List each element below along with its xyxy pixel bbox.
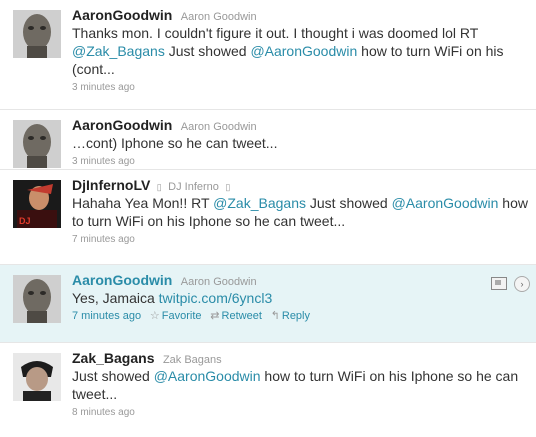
timestamp[interactable]: 3 minutes ago (72, 156, 135, 167)
tweet-hover-icons: › (490, 275, 530, 293)
tweet-header: AaronGoodwin Aaron Goodwin (72, 271, 528, 289)
text-fragment: Just showed (72, 368, 154, 384)
timestamp[interactable]: 3 minutes ago (72, 82, 135, 93)
mention-link[interactable]: @AaronGoodwin (392, 195, 499, 211)
screen-name[interactable]: AaronGoodwin (72, 7, 172, 23)
tweet-meta: 3 minutes ago (72, 80, 528, 95)
mention-link[interactable]: @AaronGoodwin (250, 43, 357, 59)
timestamp[interactable]: 7 minutes ago (72, 234, 135, 245)
tweet-2[interactable]: AaronGoodwin Aaron Goodwin …cont) Iphone… (0, 110, 536, 170)
tweet-header: AaronGoodwin Aaron Goodwin (72, 116, 528, 134)
timeline: AaronGoodwin Aaron Goodwin Thanks mon. I… (0, 0, 536, 437)
emoji-glyph: ▯ (156, 182, 162, 192)
tweet-3[interactable]: DJ DjInfernoLV ▯ DJ Inferno ▯ Hahaha Yea… (0, 170, 536, 265)
retweet-icon: ⇄ (210, 310, 220, 322)
timestamp[interactable]: 8 minutes ago (72, 407, 135, 418)
reply-action[interactable]: ↰ Reply (271, 310, 310, 322)
text-fragment: Yes, Jamaica (72, 290, 159, 306)
tweet-meta: 7 minutes ago ☆ Favorite ⇄ Retweet ↰ Reply (72, 309, 528, 324)
text-fragment: Hahaha Yea Mon!! RT (72, 195, 214, 211)
screen-name[interactable]: Zak_Bagans (72, 350, 154, 366)
full-name: Aaron Goodwin (180, 276, 257, 288)
screen-name[interactable]: AaronGoodwin (72, 117, 172, 133)
media-icon[interactable] (490, 277, 507, 291)
avatar-aaron[interactable] (13, 120, 61, 168)
text-fragment: Thanks mon. I couldn't figure it out. I … (72, 25, 479, 41)
tweet-text: Yes, Jamaica twitpic.com/6yncl3 (72, 289, 528, 307)
retweet-label: Retweet (221, 310, 262, 322)
twitpic-link[interactable]: twitpic.com/6yncl3 (159, 290, 273, 306)
reply-label: Reply (281, 310, 310, 322)
tweet-text: …cont) Iphone so he can tweet... (72, 135, 278, 151)
tweet-text: Thanks mon. I couldn't figure it out. I … (72, 24, 528, 78)
expand-icon[interactable]: › (514, 275, 530, 292)
tweet-header: Zak_Bagans Zak Bagans (72, 349, 528, 367)
favorite-label: Favorite (161, 310, 202, 322)
text-fragment: Just showed (305, 195, 392, 211)
tweet-1[interactable]: AaronGoodwin Aaron Goodwin Thanks mon. I… (0, 0, 536, 110)
mention-link[interactable]: @Zak_Bagans (72, 43, 165, 59)
avatar-djinferno[interactable]: DJ (13, 180, 61, 228)
tweet-header: AaronGoodwin Aaron Goodwin (72, 6, 528, 24)
tweet-meta: 3 minutes ago (72, 154, 528, 169)
full-name: Zak Bagans (162, 354, 222, 366)
emoji-glyph: ▯ (225, 182, 231, 192)
screen-name[interactable]: DjInfernoLV (72, 177, 150, 193)
screen-name[interactable]: AaronGoodwin (72, 272, 172, 288)
full-name: Aaron Goodwin (180, 11, 257, 23)
tweet-meta: 7 minutes ago (72, 232, 528, 247)
tweet-5[interactable]: Zak_Bagans Zak Bagans Just showed @Aaron… (0, 343, 536, 437)
favorite-action[interactable]: ☆ Favorite (150, 310, 202, 322)
tweet-text: Hahaha Yea Mon!! RT @Zak_Bagans Just sho… (72, 194, 528, 230)
retweet-action[interactable]: ⇄ Retweet (210, 310, 262, 322)
text-fragment: Just showed (164, 43, 251, 59)
timestamp[interactable]: 7 minutes ago (72, 310, 141, 322)
tweet-header: DjInfernoLV ▯ DJ Inferno ▯ (72, 176, 528, 194)
mention-link[interactable]: @AaronGoodwin (154, 368, 261, 384)
tweet-meta: 8 minutes ago (72, 405, 528, 420)
full-name: Aaron Goodwin (180, 121, 257, 133)
avatar-aaron[interactable] (13, 10, 61, 58)
star-icon: ☆ (149, 310, 160, 322)
reply-icon: ↰ (270, 310, 280, 322)
mention-link[interactable]: @Zak_Bagans (213, 195, 306, 211)
svg-text:DJ: DJ (19, 216, 31, 226)
tweet-4[interactable]: › AaronGoodwin Aaron Goodwin Yes, Jamaic… (0, 265, 536, 343)
avatar-zak[interactable] (13, 353, 61, 401)
avatar-aaron[interactable] (13, 275, 61, 323)
full-name: DJ Inferno (168, 181, 219, 193)
tweet-text: Just showed @AaronGoodwin how to turn Wi… (72, 367, 528, 403)
